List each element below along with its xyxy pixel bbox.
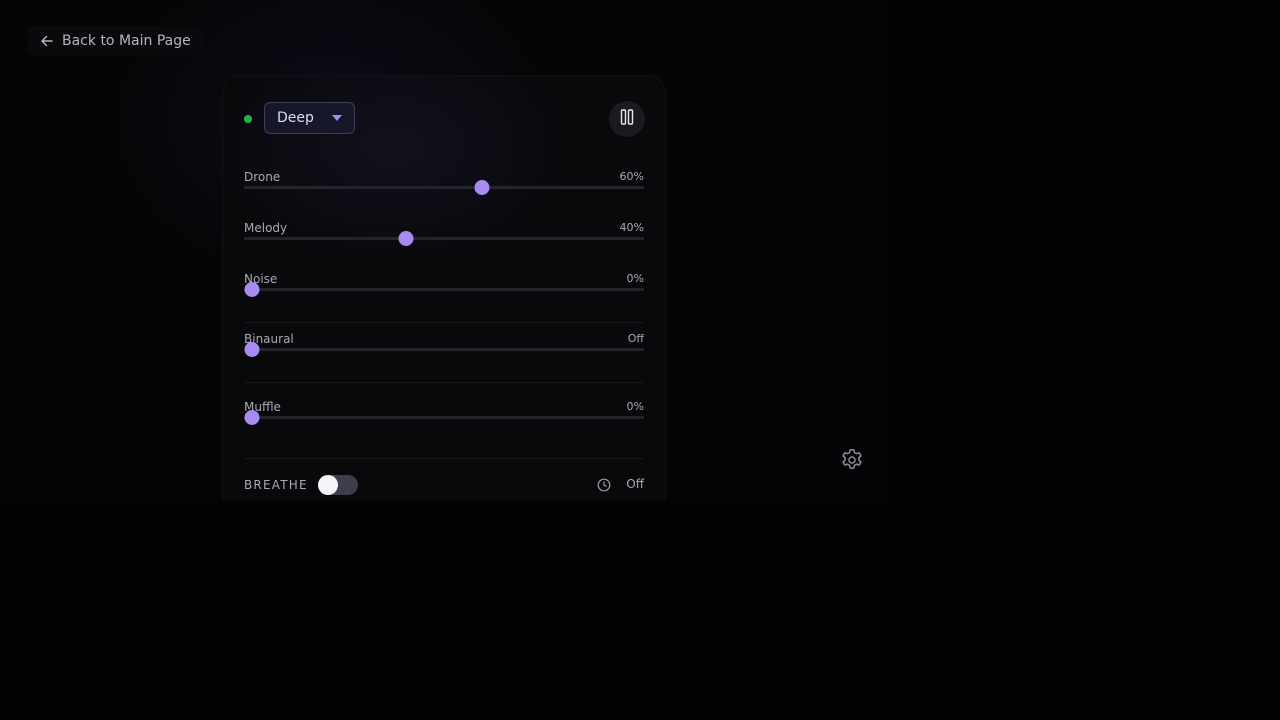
slider-thumb[interactable]: [474, 180, 490, 195]
muffle-slider[interactable]: [244, 410, 644, 435]
breathe-toggle[interactable]: [318, 475, 358, 495]
divider: [244, 458, 644, 459]
divider: [244, 382, 644, 383]
melody-slider[interactable]: [244, 231, 644, 256]
back-button-label: Back to Main Page: [62, 33, 191, 49]
slider-track: [244, 416, 644, 419]
preset-selected-value: Deep: [277, 110, 314, 126]
pause-button[interactable]: [609, 101, 645, 137]
chevron-down-icon: [332, 115, 342, 121]
sound-mixer-panel: Deep Drone 60% Melody 40% Noise 0% Binau…: [222, 75, 666, 500]
binaural-control: Binaural Off: [244, 332, 644, 372]
slider-thumb[interactable]: [244, 410, 260, 425]
divider: [244, 322, 644, 323]
slider-thumb[interactable]: [398, 231, 414, 246]
slider-track: [244, 186, 644, 189]
settings-button[interactable]: [839, 447, 865, 473]
drone-slider[interactable]: [244, 180, 644, 205]
clock-icon[interactable]: [597, 477, 611, 496]
slider-thumb[interactable]: [244, 342, 260, 357]
muffle-control: Muffle 0%: [244, 400, 644, 440]
binaural-slider[interactable]: [244, 342, 644, 367]
timer-value[interactable]: Off: [626, 477, 644, 491]
breathe-label: BREATHE: [244, 478, 308, 492]
pause-icon: [620, 109, 634, 129]
melody-control: Melody 40%: [244, 221, 644, 261]
gear-icon: [839, 448, 865, 477]
back-to-main-button[interactable]: Back to Main Page: [28, 26, 203, 56]
status-indicator: [244, 115, 252, 123]
app-background: Back to Main Page Deep Drone 60% Melody …: [0, 0, 888, 500]
noise-slider[interactable]: [244, 282, 644, 307]
preset-dropdown[interactable]: Deep: [264, 102, 355, 134]
slider-track: [244, 348, 644, 351]
drone-control: Drone 60%: [244, 170, 644, 210]
slider-track: [244, 288, 644, 291]
toggle-knob: [318, 475, 338, 495]
arrow-left-icon: [40, 34, 54, 48]
slider-track: [244, 237, 644, 240]
slider-thumb[interactable]: [244, 282, 260, 297]
noise-control: Noise 0%: [244, 272, 644, 312]
